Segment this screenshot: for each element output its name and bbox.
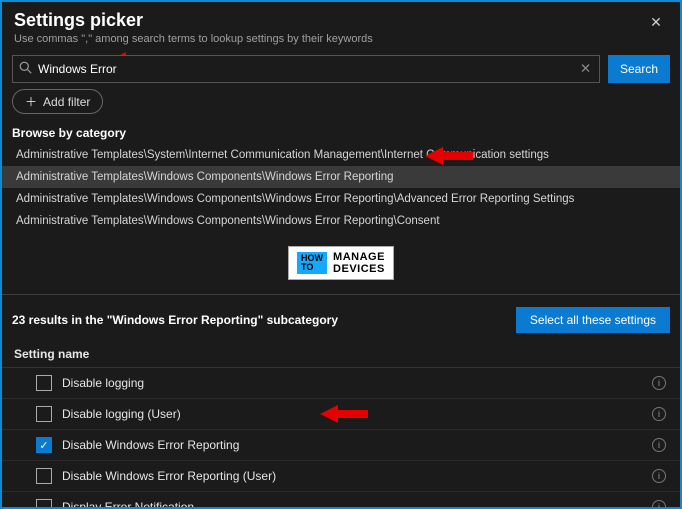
setting-label: Disable logging [62,376,642,390]
close-button[interactable]: ✕ [644,10,668,34]
search-button[interactable]: Search [608,55,670,83]
setting-label: Display Error Notification [62,500,642,507]
setting-checkbox[interactable] [36,468,52,484]
add-filter-label: Add filter [43,95,90,109]
setting-row[interactable]: Disable Windows Error Reporting i [2,430,680,461]
setting-label: Disable Windows Error Reporting [62,438,642,452]
watermark-text: DEVICES [333,263,385,275]
divider [2,294,680,295]
setting-checkbox[interactable] [36,406,52,422]
category-list: Administrative Templates\System\Internet… [2,144,680,236]
settings-list[interactable]: Disable loggingiDisable logging (User)iD… [2,368,680,507]
info-icon[interactable]: i [652,407,666,421]
search-box: ✕ [12,55,600,83]
category-item[interactable]: Administrative Templates\Windows Compone… [2,188,680,210]
info-icon[interactable]: i [652,438,666,452]
setting-checkbox[interactable] [36,375,52,391]
watermark-text: MANAGE [333,251,385,263]
category-item[interactable]: Administrative Templates\Windows Compone… [2,210,680,232]
info-icon[interactable]: i [652,469,666,483]
setting-row[interactable]: Disable Windows Error Reporting (User) i [2,461,680,492]
search-icon [19,61,32,77]
search-input[interactable] [38,56,572,82]
watermark-text: TO [301,263,323,272]
category-item[interactable]: Administrative Templates\Windows Compone… [2,166,680,188]
setting-checkbox[interactable] [36,437,52,453]
setting-row[interactable]: Display Error Notification i [2,492,680,507]
clear-search-button[interactable]: ✕ [572,61,599,77]
watermark: HOW TO MANAGE DEVICES [2,236,680,290]
category-item[interactable]: Administrative Templates\System\Internet… [2,144,680,166]
close-icon: ✕ [650,14,662,30]
dialog-title: Settings picker [14,10,644,31]
info-icon[interactable]: i [652,376,666,390]
plus-icon: ＋ [25,93,37,110]
setting-row[interactable]: Disable logging (User) i [2,399,680,430]
setting-label: Disable Windows Error Reporting (User) [62,469,642,483]
setting-label: Disable logging (User) [62,407,642,421]
setting-row[interactable]: Disable logging i [2,368,680,399]
add-filter-button[interactable]: ＋ Add filter [12,89,103,114]
info-icon[interactable]: i [652,500,666,507]
close-icon: ✕ [580,61,591,76]
column-header-setting-name: Setting name [2,341,680,368]
dialog-subtitle: Use commas "," among search terms to loo… [14,33,644,45]
setting-checkbox[interactable] [36,499,52,507]
results-summary: 23 results in the "Windows Error Reporti… [12,313,338,327]
select-all-button[interactable]: Select all these settings [516,307,670,333]
browse-header: Browse by category [2,122,680,144]
